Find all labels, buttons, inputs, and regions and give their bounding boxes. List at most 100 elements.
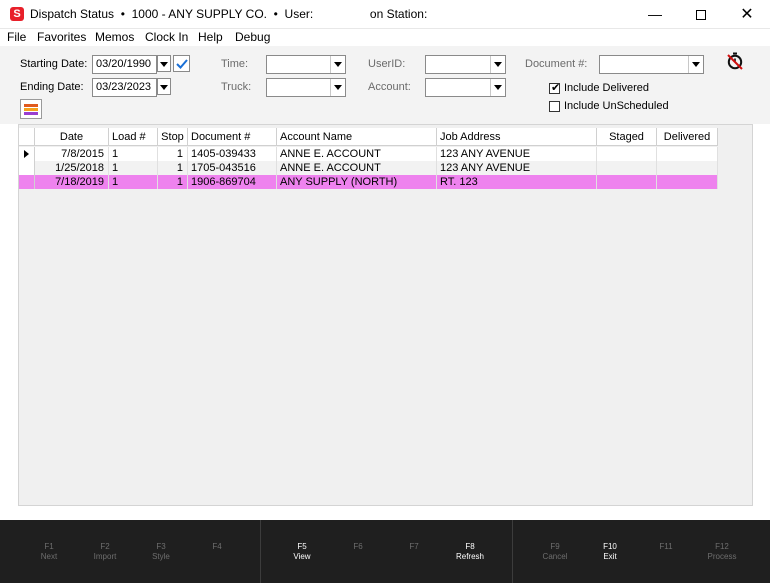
f12-process-button[interactable]: F12 Process bbox=[697, 542, 747, 562]
cell-account-name: ANNE E. ACCOUNT bbox=[277, 161, 437, 175]
time-label: Time: bbox=[221, 58, 249, 70]
userid-select[interactable] bbox=[425, 55, 506, 74]
menu-debug[interactable]: Debug bbox=[235, 30, 270, 44]
account-label: Account: bbox=[368, 81, 411, 93]
cell-job-address: 123 ANY AVENUE bbox=[437, 147, 597, 161]
column-header-staged[interactable]: Staged bbox=[597, 128, 657, 146]
truck-select[interactable] bbox=[266, 78, 346, 97]
cell-account-name: ANY SUPPLY (NORTH) bbox=[277, 175, 437, 189]
account-select[interactable] bbox=[425, 78, 506, 97]
userid-label: UserID: bbox=[368, 58, 406, 70]
cell-account-name: ANNE E. ACCOUNT bbox=[277, 147, 437, 161]
cell-staged bbox=[597, 161, 657, 175]
row-indicator[interactable] bbox=[19, 147, 35, 161]
cell-date: 1/25/2018 bbox=[35, 161, 109, 175]
checkbox-check-icon: ✔ bbox=[551, 82, 561, 94]
fkey-label: F10 bbox=[603, 542, 617, 551]
row-indicator-header bbox=[19, 128, 35, 146]
fkey-label: F5 bbox=[297, 542, 307, 551]
fkey-action: Style bbox=[152, 552, 170, 561]
title-app-name: Dispatch Status bbox=[30, 7, 115, 21]
include-delivered-label: Include Delivered bbox=[564, 82, 649, 94]
chevron-down-icon bbox=[490, 79, 505, 96]
menu-clock-in[interactable]: Clock In bbox=[145, 30, 188, 44]
fkey-action: Import bbox=[93, 552, 117, 561]
cell-delivered bbox=[657, 147, 718, 161]
f6-button[interactable]: F6 bbox=[333, 542, 383, 552]
column-header-document[interactable]: Document # bbox=[188, 128, 277, 146]
menu-file[interactable]: File bbox=[7, 30, 26, 44]
stopwatch-off-icon[interactable] bbox=[726, 52, 744, 70]
document-number-select[interactable] bbox=[599, 55, 704, 74]
title-company: 1000 - ANY SUPPLY CO. bbox=[131, 7, 267, 21]
f4-button[interactable]: F4 bbox=[192, 542, 242, 552]
window-title: Dispatch Status • 1000 - ANY SUPPLY CO. … bbox=[30, 7, 427, 21]
chevron-down-icon bbox=[490, 56, 505, 73]
menu-memos[interactable]: Memos bbox=[95, 30, 134, 44]
cell-staged bbox=[597, 147, 657, 161]
title-user-label: User: bbox=[284, 7, 314, 21]
cell-date: 7/8/2015 bbox=[35, 147, 109, 161]
f11-button[interactable]: F11 bbox=[641, 542, 691, 552]
fkey-action: Next bbox=[40, 552, 58, 561]
fkey-label: F8 bbox=[465, 542, 475, 551]
column-header-date[interactable]: Date bbox=[35, 128, 109, 146]
time-select[interactable] bbox=[266, 55, 346, 74]
title-separator: • bbox=[120, 7, 125, 21]
fkey-action: Process bbox=[707, 552, 737, 561]
f2-import-button[interactable]: F2 Import bbox=[80, 542, 130, 562]
fkey-action: Cancel bbox=[542, 552, 568, 561]
chevron-down-icon bbox=[330, 79, 345, 96]
include-unscheduled-label: Include UnScheduled bbox=[564, 100, 669, 112]
row-indicator[interactable] bbox=[19, 161, 35, 175]
f7-button[interactable]: F7 bbox=[389, 542, 439, 552]
f5-view-button[interactable]: F5 View bbox=[277, 542, 327, 562]
cell-stop: 1 bbox=[158, 147, 188, 161]
include-delivered-checkbox[interactable]: ✔ bbox=[549, 82, 561, 94]
table-row[interactable]: 1/25/2018 1 1 1705-043516 ANNE E. ACCOUN… bbox=[19, 161, 718, 175]
cell-job-address: RT. 123 bbox=[437, 175, 597, 189]
column-header-job-address[interactable]: Job Address bbox=[437, 128, 597, 146]
starting-date-dropdown-button[interactable] bbox=[157, 55, 171, 72]
f1-next-button[interactable]: F1 Next bbox=[24, 542, 74, 562]
maximize-button[interactable] bbox=[678, 0, 724, 29]
fkey-label: F6 bbox=[353, 542, 363, 551]
menu-help[interactable]: Help bbox=[198, 30, 223, 44]
column-header-delivered[interactable]: Delivered bbox=[657, 128, 718, 146]
title-bar: S Dispatch Status • 1000 - ANY SUPPLY CO… bbox=[0, 0, 770, 29]
table-row-selected[interactable]: 7/18/2019 1 1 1906-869704 ANY SUPPLY (NO… bbox=[19, 175, 718, 189]
ending-date-field[interactable]: 03/23/2023 bbox=[92, 78, 157, 97]
fkey-action: View bbox=[293, 552, 311, 561]
color-settings-button[interactable] bbox=[20, 99, 42, 119]
column-header-stop[interactable]: Stop bbox=[158, 128, 188, 146]
grid-header: Date Load # Stop Document # Account Name… bbox=[19, 128, 718, 146]
f10-exit-button[interactable]: F10 Exit bbox=[585, 542, 635, 562]
f3-style-button[interactable]: F3 Style bbox=[136, 542, 186, 562]
maximize-icon bbox=[696, 10, 706, 21]
column-header-load[interactable]: Load # bbox=[109, 128, 158, 146]
table-row[interactable]: 7/8/2015 1 1 1405-039433 ANNE E. ACCOUNT… bbox=[19, 147, 718, 161]
cell-document: 1906-869704 bbox=[188, 175, 277, 189]
menu-favorites[interactable]: Favorites bbox=[37, 30, 86, 44]
include-unscheduled-checkbox[interactable] bbox=[549, 101, 560, 112]
f9-cancel-button[interactable]: F9 Cancel bbox=[530, 542, 580, 562]
f8-refresh-button[interactable]: F8 Refresh bbox=[445, 542, 495, 562]
cell-document: 1705-043516 bbox=[188, 161, 277, 175]
row-indicator[interactable] bbox=[19, 175, 35, 189]
fkey-divider bbox=[512, 520, 513, 583]
fkey-label: F9 bbox=[550, 542, 560, 551]
chevron-down-icon bbox=[330, 56, 345, 73]
fkey-label: F2 bbox=[100, 542, 110, 551]
cell-load: 1 bbox=[109, 175, 158, 189]
fkey-label: F3 bbox=[156, 542, 166, 551]
minimize-button[interactable]: — bbox=[632, 0, 678, 29]
cell-load: 1 bbox=[109, 161, 158, 175]
document-number-label: Document #: bbox=[525, 58, 588, 70]
starting-date-label: Starting Date: bbox=[20, 58, 88, 70]
date-confirm-button[interactable] bbox=[173, 55, 190, 72]
close-button[interactable]: ✕ bbox=[724, 0, 770, 29]
column-header-account-name[interactable]: Account Name bbox=[277, 128, 437, 146]
ending-date-dropdown-button[interactable] bbox=[157, 78, 171, 95]
starting-date-field[interactable]: 03/20/1990 bbox=[92, 55, 157, 74]
cell-document: 1405-039433 bbox=[188, 147, 277, 161]
